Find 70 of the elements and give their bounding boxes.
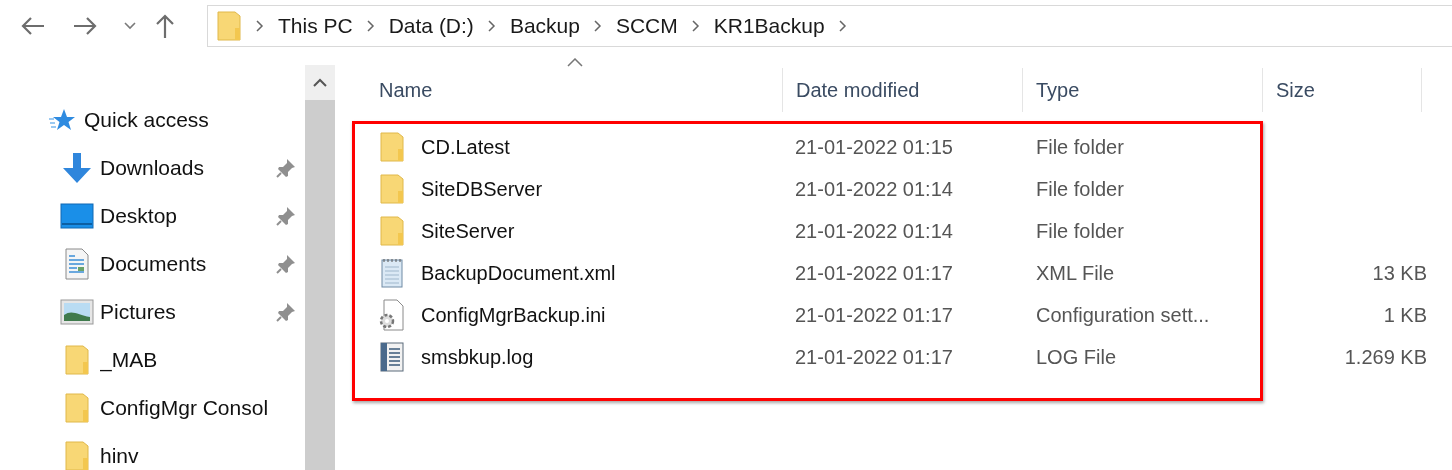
pin-icon[interactable] — [276, 302, 296, 322]
picture-icon — [60, 299, 94, 325]
date-modified: 21-01-2022 01:17 — [795, 261, 953, 284]
notepad-icon — [379, 257, 405, 289]
date-modified: 21-01-2022 01:17 — [795, 303, 953, 326]
scroll-up-icon[interactable] — [313, 78, 327, 87]
chevron-right-icon[interactable] — [256, 20, 264, 32]
sidebar-item[interactable]: Quick access — [84, 108, 305, 132]
sidebar-item[interactable]: Pictures — [100, 300, 305, 324]
forward-arrow-icon[interactable] — [72, 15, 98, 37]
date-modified: 21-01-2022 01:14 — [795, 177, 953, 200]
date-modified: 21-01-2022 01:14 — [795, 219, 953, 242]
sidebar-item[interactable]: Documents — [100, 252, 305, 276]
star-icon — [48, 107, 76, 133]
up-arrow-icon[interactable] — [154, 13, 176, 39]
file-name[interactable]: SiteServer — [421, 219, 515, 242]
column-header[interactable]: Date modified — [783, 68, 1023, 112]
log-file-icon — [379, 341, 405, 373]
chevron-right-icon[interactable] — [838, 20, 847, 32]
pin-icon[interactable] — [276, 254, 296, 274]
file-type: File folder — [1036, 219, 1124, 242]
folder-icon — [64, 344, 90, 376]
pin-icon[interactable] — [276, 206, 296, 226]
chevron-right-icon[interactable] — [366, 20, 375, 32]
file-size: 13 KB — [1372, 261, 1427, 284]
folder-icon — [64, 440, 90, 470]
chevron-right-icon[interactable] — [487, 20, 496, 32]
column-header[interactable]: Size — [1263, 68, 1422, 112]
sidebar-item[interactable]: Downloads — [100, 156, 305, 180]
sidebar-item[interactable]: ConfigMgr Consol — [100, 396, 305, 420]
file-name[interactable]: BackupDocument.xml — [421, 261, 616, 284]
folder-icon — [379, 173, 405, 205]
back-arrow-icon[interactable] — [20, 15, 46, 37]
file-type: File folder — [1036, 135, 1124, 158]
sidebar-item[interactable]: hinv — [100, 444, 305, 468]
breadcrumb[interactable]: This PC — [278, 14, 353, 38]
download-arrow-icon — [61, 152, 93, 184]
sidebar-item[interactable]: _MAB — [100, 348, 305, 372]
date-modified: 21-01-2022 01:17 — [795, 345, 953, 368]
column-header[interactable]: Name — [335, 68, 783, 112]
chevron-right-icon[interactable] — [691, 20, 700, 32]
file-name[interactable]: CD.Latest — [421, 135, 510, 158]
file-name[interactable]: smsbkup.log — [421, 345, 534, 368]
settings-file-icon — [379, 299, 405, 331]
document-icon — [64, 248, 90, 280]
breadcrumb[interactable]: KR1Backup — [713, 14, 825, 38]
chevron-down-icon[interactable] — [124, 22, 136, 30]
column-header[interactable]: Type — [1023, 68, 1263, 112]
file-type: LOG File — [1036, 345, 1117, 368]
file-size: 1.269 KB — [1344, 345, 1427, 368]
file-size: 1 KB — [1383, 303, 1427, 326]
breadcrumb[interactable]: Backup — [509, 14, 580, 38]
pin-icon[interactable] — [276, 158, 296, 178]
scrollbar[interactable] — [305, 65, 335, 470]
file-name[interactable]: SiteDBServer — [421, 177, 543, 200]
folder-icon — [64, 392, 90, 424]
file-name[interactable]: ConfigMgrBackup.ini — [421, 303, 606, 326]
file-type: XML File — [1036, 261, 1115, 284]
file-type: File folder — [1036, 177, 1124, 200]
folder-icon — [379, 131, 405, 163]
address-bar[interactable]: This PC Data (D:) Backup SCCM KR1Backup — [207, 5, 1452, 47]
monitor-icon — [60, 203, 94, 229]
breadcrumb[interactable]: Data (D:) — [388, 14, 474, 38]
sidebar-item[interactable]: Desktop — [100, 204, 305, 228]
folder-icon — [379, 215, 405, 247]
chevron-right-icon[interactable] — [593, 20, 602, 32]
folder-icon — [216, 10, 242, 42]
date-modified: 21-01-2022 01:15 — [795, 135, 953, 158]
breadcrumb[interactable]: SCCM — [615, 14, 678, 38]
file-type: Configuration sett... — [1036, 303, 1210, 326]
